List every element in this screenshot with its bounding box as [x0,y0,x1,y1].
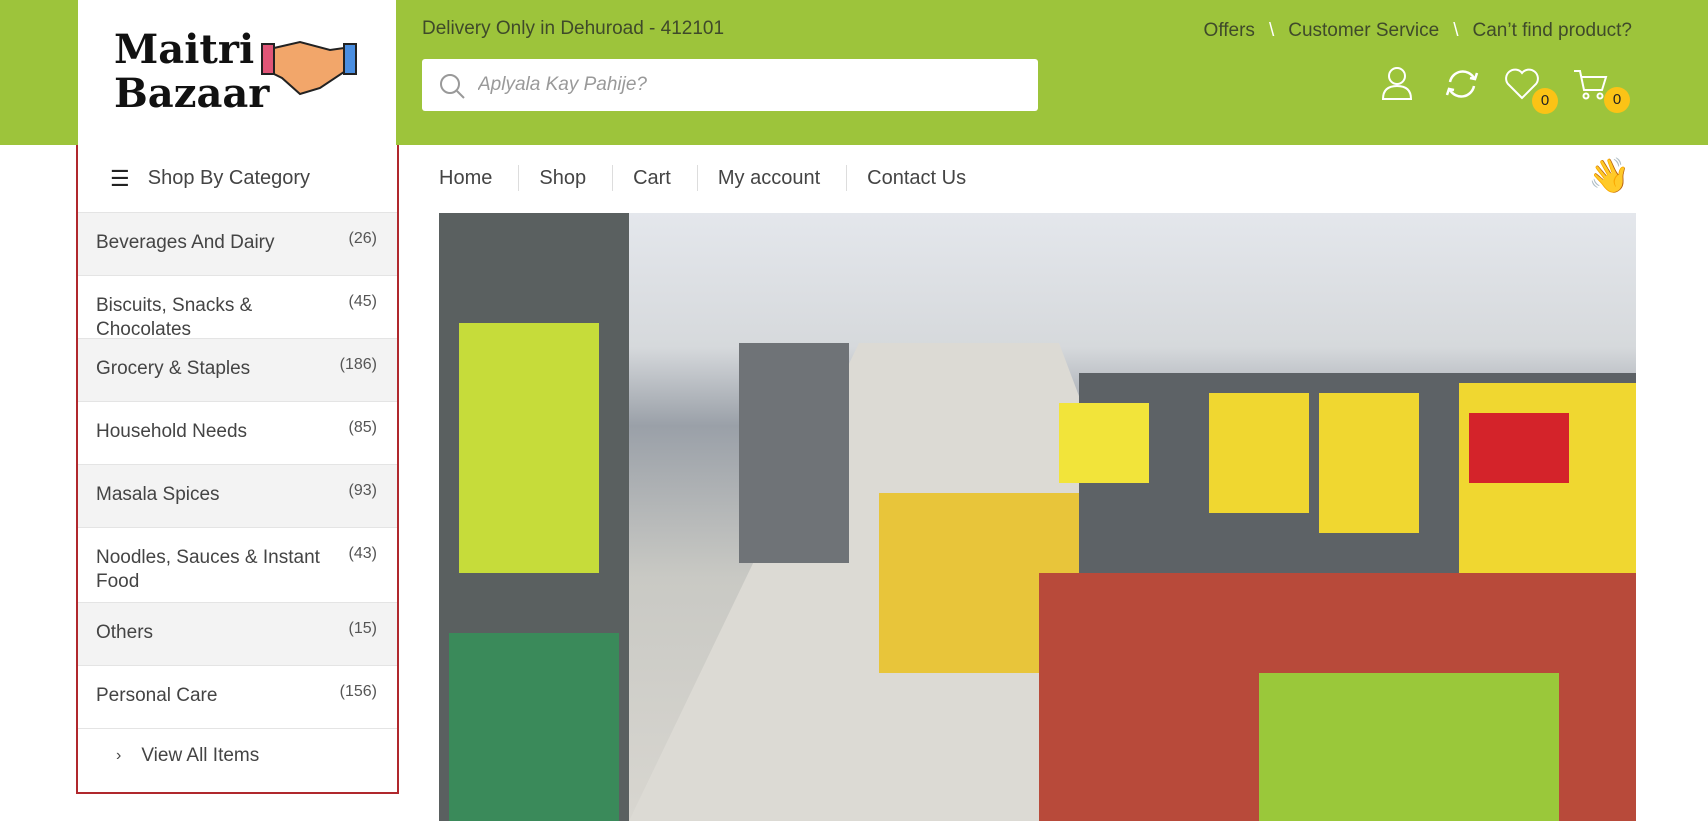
category-count: (45) [348,293,377,310]
category-item[interactable]: Household Needs (85) [78,401,397,464]
category-label: Personal Care [96,685,218,706]
compare-icon[interactable] [1442,66,1482,102]
category-item[interactable]: Others (15) [78,602,397,665]
hero-banner-image [439,213,1636,821]
nav-my-account[interactable]: My account [718,165,848,191]
view-all-label: View All Items [141,744,260,766]
separator: \ [1453,20,1459,41]
category-count: (156) [339,683,377,700]
search-icon [440,74,465,99]
nav-cart[interactable]: Cart [633,165,698,191]
header: Maitri Bazaar Delivery Only in Dehuroad -… [0,0,1708,145]
category-label: Noodles, Sauces & Instant Food [96,547,320,592]
category-item[interactable]: Masala Spices (93) [78,464,397,527]
waving-hand-icon[interactable]: 👋 [1588,156,1630,196]
cart-count-badge: 0 [1604,87,1630,113]
category-label: Others [96,622,154,643]
wishlist-count-badge: 0 [1532,88,1558,114]
category-item[interactable]: Noodles, Sauces & Instant Food (43) [78,527,397,602]
user-icon[interactable] [1380,66,1414,102]
separator: \ [1268,20,1275,41]
logo-line2: Bazaar [114,70,270,117]
category-count: (26) [348,230,377,247]
category-label: Biscuits, Snacks & Chocolates [96,295,253,340]
category-label: Masala Spices [96,484,220,505]
shop-by-category-toggle[interactable]: ☰ Shop By Category [78,145,397,212]
view-all-items-link[interactable]: › View All Items [78,728,397,782]
top-links: Offers \ Customer Service \ Can’t find p… [1204,20,1632,42]
category-item[interactable]: Beverages And Dairy (26) [78,212,397,275]
main-nav: Home Shop Cart My account Contact Us [439,165,1012,191]
category-count: (186) [339,356,377,373]
category-item[interactable]: Biscuits, Snacks & Chocolates (45) [78,275,397,340]
search-input[interactable] [478,69,1018,101]
category-count: (93) [348,482,377,499]
nav-contact-us[interactable]: Contact Us [867,165,992,191]
logo-line1: Maitri [114,26,255,73]
category-label: Beverages And Dairy [96,232,275,253]
nav-home[interactable]: Home [439,165,520,191]
hamburger-icon: ☰ [110,165,130,191]
category-count: (43) [348,545,377,562]
chevron-right-icon: › [116,746,122,764]
category-count: (15) [348,620,377,637]
handshake-icon [261,40,357,96]
cart-icon[interactable] [1572,68,1608,102]
cant-find-product-link[interactable]: Can’t find product? [1473,20,1633,42]
category-label: Grocery & Staples [96,358,251,379]
offers-link[interactable]: Offers [1204,20,1255,42]
category-item[interactable]: Grocery & Staples (186) [78,338,397,401]
category-sidebar: ☰ Shop By Category Beverages And Dairy (26… [76,145,399,794]
category-item[interactable]: Personal Care (156) [78,665,397,728]
supermarket-aisle-image [439,213,1636,821]
nav-shop[interactable]: Shop [539,165,614,191]
logo[interactable]: Maitri Bazaar [78,0,396,145]
category-count: (85) [348,419,377,436]
category-label: Household Needs [96,421,248,442]
customer-service-link[interactable]: Customer Service [1288,20,1439,42]
delivery-info: Delivery Only in Dehuroad - 412101 [422,18,725,39]
sidebar-title: Shop By Category [147,167,311,189]
search-bar[interactable] [422,59,1038,111]
